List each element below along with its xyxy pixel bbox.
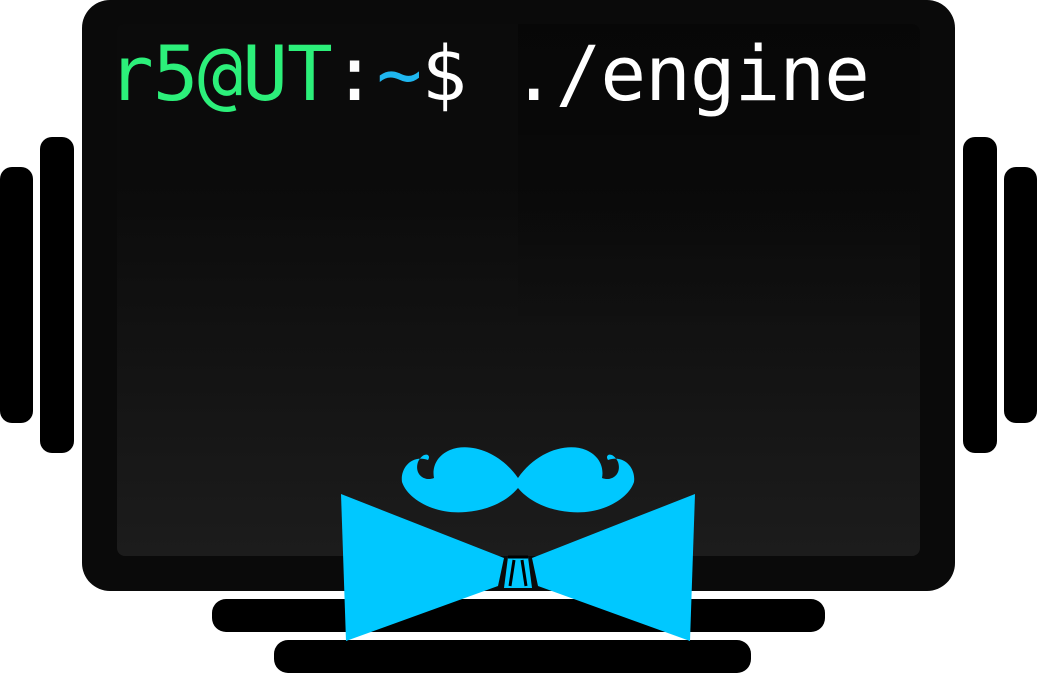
bowtie-icon: [341, 494, 695, 641]
logo-stage: r5@UT:~$ ./engine: [0, 0, 1037, 673]
mustache-icon: [401, 447, 635, 513]
mascot-graphic: [341, 447, 695, 641]
